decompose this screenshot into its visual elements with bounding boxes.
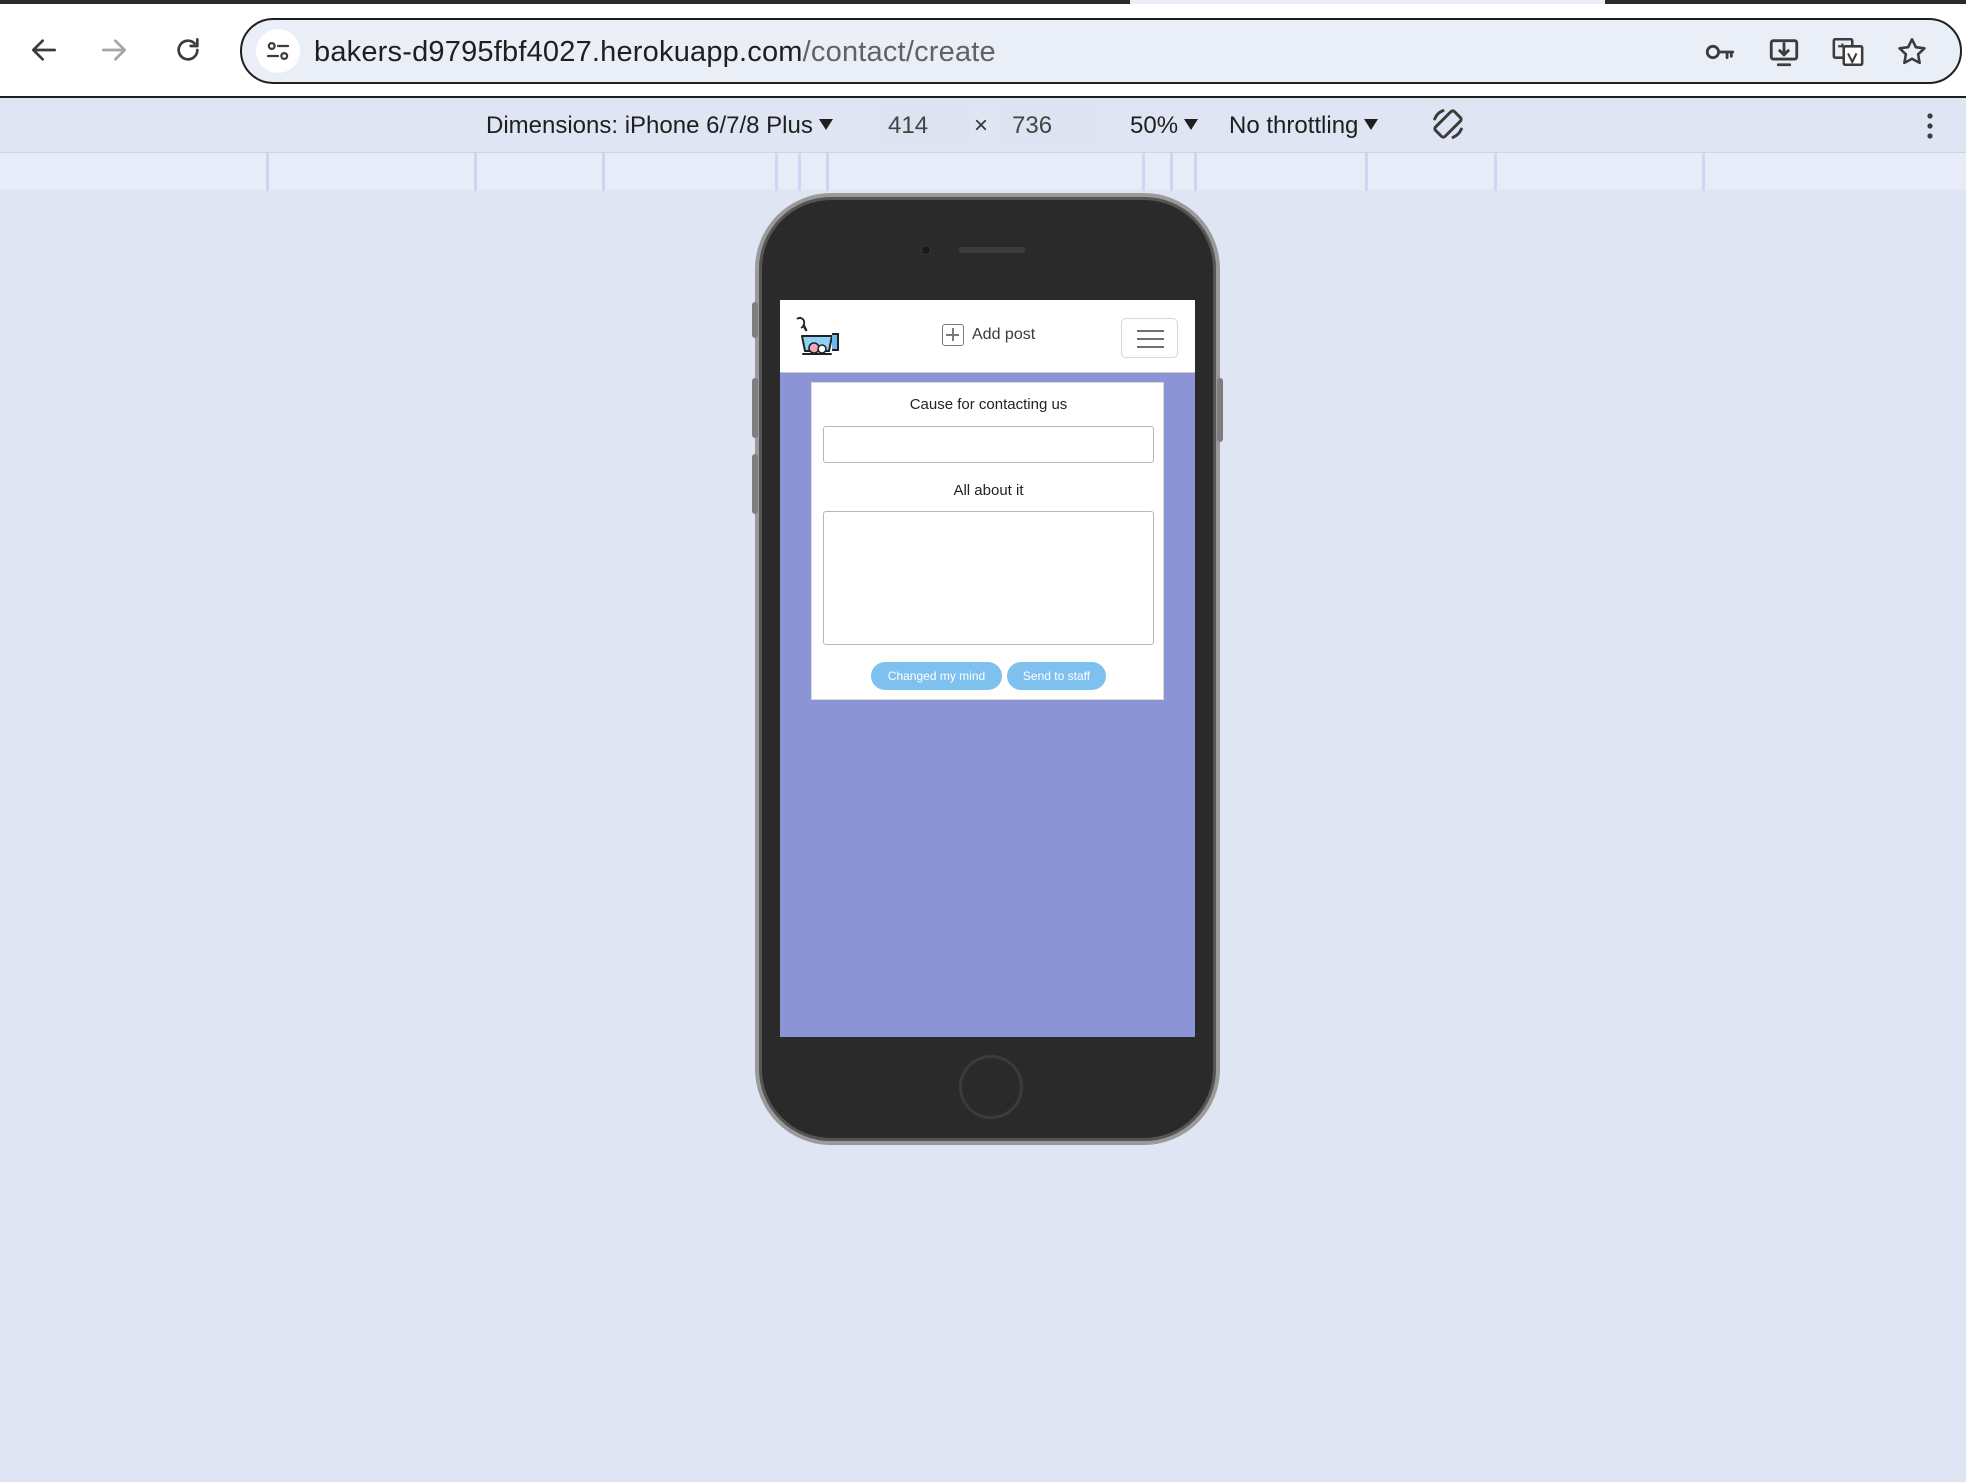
add-post-label: Add post — [972, 326, 1036, 343]
power-button — [1217, 378, 1223, 442]
url-host: bakers-d9795fbf4027.herokuapp.com — [314, 36, 803, 68]
bookmark-star-icon — [1898, 37, 1926, 65]
hamburger-menu-icon — [1137, 330, 1164, 332]
device-select[interactable]: Dimensions: iPhone 6/7/8 Plus — [486, 112, 833, 140]
reload-icon — [177, 38, 199, 61]
ruler-mark[interactable] — [1194, 153, 1197, 191]
back-arrow-icon — [32, 39, 56, 61]
translate-icon — [1832, 37, 1864, 67]
zoom-value: 50% — [1130, 112, 1179, 139]
ruler-mark[interactable] — [1494, 153, 1497, 191]
site-settings-icon — [266, 41, 290, 60]
zoom-select[interactable]: 50% — [1130, 112, 1199, 140]
chevron-down-icon — [1184, 119, 1199, 130]
ruler-mark[interactable] — [474, 153, 477, 191]
width-input[interactable]: 414 — [878, 106, 970, 144]
translate-button[interactable] — [1828, 34, 1868, 70]
address-bar[interactable]: bakers-d9795fbf4027.herokuapp.com/contac… — [240, 18, 1962, 84]
key-icon — [1705, 44, 1735, 60]
emulated-viewport: Add post Cause for contacting us All abo… — [780, 300, 1195, 1037]
ruler-mark[interactable] — [1142, 153, 1145, 191]
reload-button[interactable] — [168, 30, 208, 70]
volume-down-button — [752, 454, 758, 514]
install-app-button[interactable] — [1764, 34, 1804, 70]
browser-toolbar: bakers-d9795fbf4027.herokuapp.com/contac… — [0, 4, 1966, 98]
hamburger-menu-button[interactable] — [1121, 318, 1178, 358]
chevron-down-icon — [1364, 119, 1379, 130]
forward-button[interactable] — [94, 30, 134, 70]
front-camera — [921, 245, 931, 255]
contact-form: Cause for contacting us All about it Cha… — [811, 382, 1164, 700]
ruler-mark[interactable] — [266, 153, 269, 191]
send-to-staff-button[interactable]: Send to staff — [1007, 662, 1106, 690]
ruler-mark[interactable] — [826, 153, 829, 191]
details-textarea[interactable] — [823, 511, 1154, 645]
forward-arrow-icon — [102, 39, 126, 61]
device-dimensions-label: Dimensions: iPhone 6/7/8 Plus — [486, 112, 813, 139]
home-button — [959, 1055, 1023, 1119]
cause-input[interactable] — [823, 426, 1154, 463]
hamburger-menu-icon — [1137, 338, 1164, 340]
url-path: /contact/create — [802, 36, 996, 68]
bookmark-button[interactable] — [1892, 34, 1932, 70]
throttling-select[interactable]: No throttling — [1229, 112, 1379, 140]
install-app-icon — [1769, 39, 1799, 67]
app-navbar: Add post — [780, 300, 1195, 373]
height-input[interactable]: 736 — [1002, 106, 1094, 144]
rotate-icon[interactable] — [1428, 104, 1468, 144]
plus-square-icon — [942, 324, 964, 346]
back-button[interactable] — [24, 30, 64, 70]
earpiece-speaker — [959, 247, 1025, 253]
add-post-link[interactable]: Add post — [942, 324, 1035, 346]
bakers-logo-icon[interactable] — [794, 316, 842, 358]
media-query-ruler[interactable] — [0, 152, 1966, 191]
ruler-mark[interactable] — [1365, 153, 1368, 191]
cause-label: Cause for contacting us — [909, 396, 1068, 413]
site-info-button[interactable] — [256, 29, 300, 73]
volume-up-button — [752, 378, 758, 438]
device-toolbar: Dimensions: iPhone 6/7/8 Plus 414 × 736 … — [0, 100, 1966, 152]
url-text[interactable]: bakers-d9795fbf4027.herokuapp.com/contac… — [314, 36, 996, 69]
ruler-mark[interactable] — [602, 153, 605, 191]
changed-my-mind-button[interactable]: Changed my mind — [871, 662, 1002, 690]
ruler-mark[interactable] — [798, 153, 801, 191]
chevron-down-icon — [818, 119, 833, 130]
details-label: All about it — [953, 482, 1024, 499]
throttling-value: No throttling — [1229, 112, 1359, 139]
times-symbol: × — [974, 112, 989, 139]
ruler-mark[interactable] — [1170, 153, 1173, 191]
mute-switch — [752, 302, 758, 338]
hamburger-menu-icon — [1137, 346, 1164, 348]
password-key-button[interactable] — [1700, 34, 1740, 70]
ruler-mark[interactable] — [1702, 153, 1705, 191]
more-options-icon[interactable] — [1920, 110, 1940, 142]
ruler-mark[interactable] — [775, 153, 778, 191]
